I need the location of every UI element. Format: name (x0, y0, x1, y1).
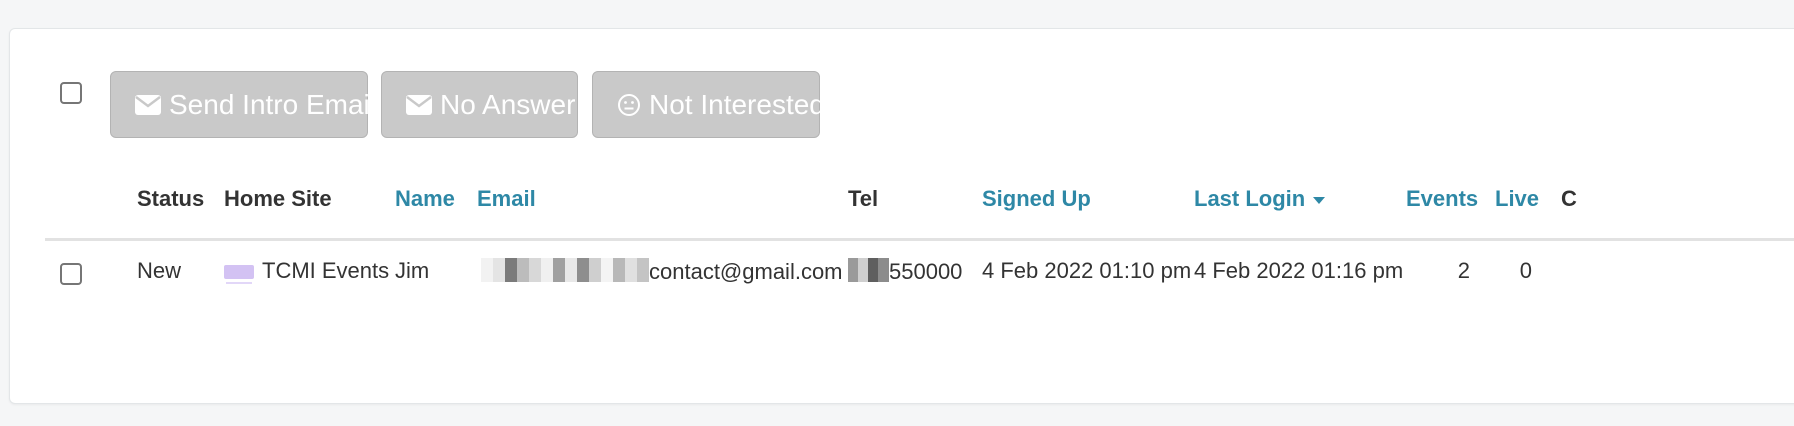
row-live: 0 (1519, 258, 1532, 283)
row-signed-up: 4 Feb 2022 01:10 pm (982, 258, 1192, 283)
sort-desc-caret-icon (1313, 196, 1326, 204)
column-header-next: C (1561, 186, 1577, 211)
select-all-checkbox[interactable] (60, 82, 82, 104)
neutral-face-icon (618, 93, 640, 116)
row-checkbox[interactable] (60, 263, 82, 285)
not-interested-label: Not Interested (649, 88, 825, 120)
not-interested-button[interactable]: Not Interested (592, 71, 825, 138)
column-header-events[interactable]: Events (1406, 186, 1478, 212)
column-header-status: Status (137, 186, 205, 211)
row-last-login: 4 Feb 2022 01:16 pm (1194, 258, 1404, 283)
envelope-icon (135, 94, 161, 115)
no-answer-button[interactable]: No Answer (381, 71, 578, 138)
envelope-icon (406, 94, 432, 115)
row-email: contact@gmail.com (481, 258, 843, 288)
last-login-label: Last Login (1194, 186, 1306, 211)
row-status: New (137, 258, 182, 283)
site-logo-icon (224, 265, 254, 285)
header-divider (45, 238, 1794, 241)
column-header-signed-up[interactable]: Signed Up (982, 186, 1091, 212)
redacted-block (481, 258, 649, 288)
column-header-name[interactable]: Name (395, 186, 455, 212)
column-header-email[interactable]: Email (477, 186, 536, 212)
no-answer-label: No Answer (440, 88, 576, 120)
column-header-live[interactable]: Live (1495, 186, 1539, 212)
column-header-home-site: Home Site (224, 186, 332, 211)
row-home-site-label: TCMI Events (262, 258, 390, 283)
row-email-text: contact@gmail.com (649, 258, 843, 284)
send-intro-email-button[interactable]: Send Intro Email (110, 71, 376, 138)
row-tel-text: 550000 (889, 258, 963, 284)
row-home-site: TCMI Events (224, 258, 390, 285)
column-header-tel: Tel (848, 186, 879, 211)
send-intro-email-label: Send Intro Email (169, 88, 376, 120)
row-name: Jim (395, 258, 430, 283)
leads-panel: Send Intro Email No Answer Not Intereste… (9, 28, 1794, 404)
redacted-block (848, 258, 889, 288)
column-header-last-login[interactable]: Last Login (1194, 186, 1326, 212)
row-tel: 550000 (848, 258, 962, 288)
row-events: 2 (1457, 258, 1470, 283)
